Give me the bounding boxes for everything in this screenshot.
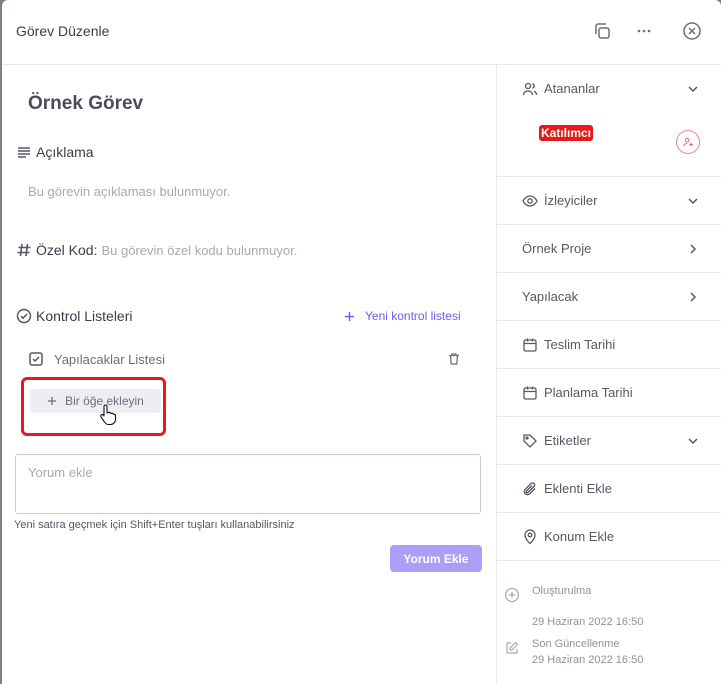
chevron-down-icon[interactable] (686, 82, 700, 96)
hash-icon (17, 243, 31, 257)
add-checklist-item-button[interactable]: Bir öğe ekleyin (30, 389, 161, 413)
due-date-label: Teslim Tarihi (544, 337, 616, 352)
watchers-row[interactable]: İzleyiciler (497, 177, 721, 225)
modal-title: Görev Düzenle (16, 23, 110, 39)
location-row[interactable]: Konum Ekle (497, 513, 721, 561)
edit-icon (506, 641, 519, 654)
close-icon[interactable] (681, 20, 703, 42)
task-sidebar: Atananlar Katılımcı İzleyiciler Örnek Pr… (496, 65, 721, 684)
project-label: Örnek Proje (522, 241, 592, 256)
due-date-row[interactable]: Teslim Tarihi (497, 321, 721, 369)
checkbox-icon (29, 352, 43, 366)
project-row[interactable]: Örnek Proje (497, 225, 721, 273)
align-left-icon (18, 147, 30, 158)
updated-label: Son Güncellenme (532, 638, 620, 650)
copy-icon[interactable] (591, 20, 613, 42)
attachment-row[interactable]: Eklenti Ekle (497, 465, 721, 513)
custom-code-label: Özel Kod: (36, 242, 98, 258)
task-main-panel: Örnek Görev Açıklama Bu görevin açıklama… (2, 65, 496, 684)
plus-icon (344, 311, 355, 321)
trash-icon[interactable] (447, 352, 461, 366)
calendar-icon (523, 386, 537, 400)
checklist-title: Yapılacaklar Listesi (54, 351, 166, 367)
description-empty-text[interactable]: Bu görevin açıklaması bulunmuyor. (28, 184, 230, 199)
tags-row[interactable]: Etiketler (497, 417, 721, 465)
custom-code-empty-text[interactable]: Bu görevin özel kodu bulunmuyor. (101, 243, 297, 258)
assignees-section: Atananlar Katılımcı (497, 65, 721, 177)
check-circle-icon (16, 308, 32, 324)
chevron-right-icon (690, 243, 697, 254)
chevron-down-icon (688, 437, 698, 444)
comment-input[interactable]: Yorum ekle (15, 454, 481, 514)
created-value: 29 Haziran 2022 16:50 (532, 616, 644, 628)
assignees-label[interactable]: Atananlar (544, 81, 600, 96)
add-comment-button[interactable]: Yorum Ekle (390, 545, 482, 572)
tag-icon (523, 433, 537, 448)
new-checklist-button[interactable]: Yeni kontrol listesi (344, 309, 461, 323)
add-user-icon[interactable] (676, 130, 700, 154)
eye-icon (522, 194, 538, 207)
status-row[interactable]: Yapılacak (497, 273, 721, 321)
chevron-right-icon (690, 291, 697, 302)
new-checklist-label: Yeni kontrol listesi (365, 309, 461, 323)
hand-pointer-icon (99, 404, 117, 426)
checklist-item[interactable]: Yapılacaklar Listesi (28, 351, 165, 367)
description-label: Açıklama (36, 144, 94, 160)
checklists-label: Kontrol Listeleri (36, 308, 133, 324)
more-options-icon[interactable] (633, 20, 655, 42)
location-pin-icon (524, 528, 536, 544)
attachment-label: Eklenti Ekle (544, 481, 612, 496)
plus-icon (47, 396, 57, 406)
plan-date-row[interactable]: Planlama Tarihi (497, 369, 721, 417)
custom-code-section: Özel Kod: Bu görevin özel kodu bulunmuyo… (16, 242, 297, 258)
tags-label: Etiketler (544, 433, 591, 448)
description-section: Açıklama (16, 144, 94, 160)
created-label: Oluşturulma (532, 585, 592, 597)
plan-date-label: Planlama Tarihi (544, 385, 633, 400)
edit-task-modal: Görev Düzenle Örnek Görev Açıklama Bu gö… (2, 0, 721, 684)
location-label: Konum Ekle (544, 529, 615, 544)
checklists-section: Kontrol Listeleri (16, 308, 133, 324)
updated-value: 29 Haziran 2022 16:50 (532, 654, 644, 666)
chevron-down-icon (688, 197, 698, 204)
users-icon (522, 82, 538, 96)
status-label: Yapılacak (522, 289, 579, 304)
calendar-icon (523, 338, 537, 352)
modal-header: Görev Düzenle (2, 0, 721, 65)
plus-circle-icon (504, 587, 520, 603)
task-title[interactable]: Örnek Görev (28, 93, 143, 115)
paperclip-icon (523, 481, 536, 495)
participant-badge: Katılımcı (539, 125, 594, 141)
comment-hint: Yeni satıra geçmek için Shift+Enter tuşl… (14, 519, 295, 531)
watchers-label: İzleyiciler (544, 193, 598, 208)
